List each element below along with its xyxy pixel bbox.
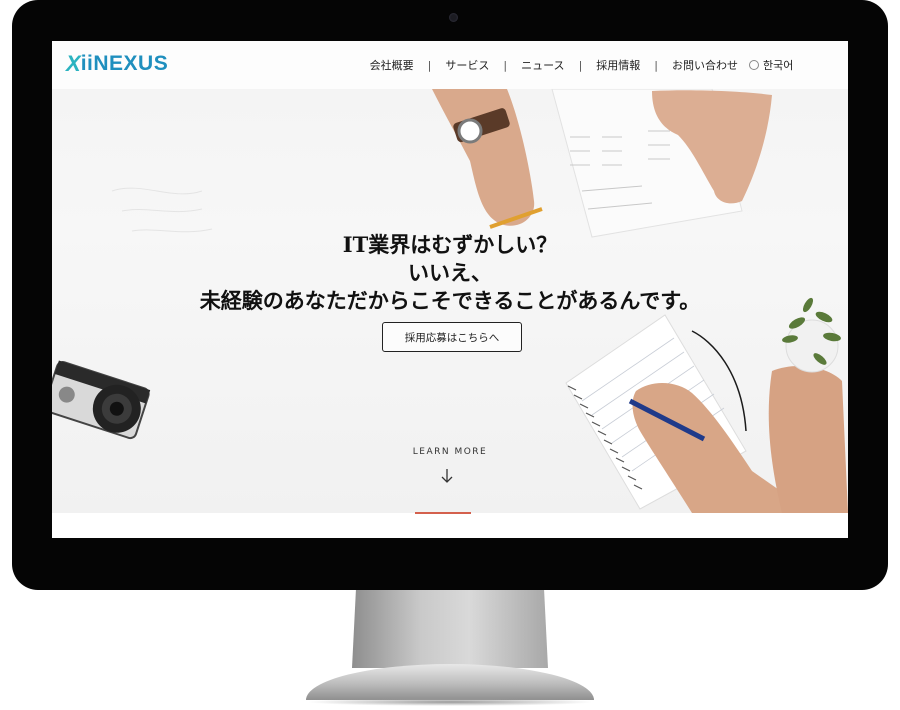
- nav-item-news[interactable]: ニュース: [507, 57, 578, 73]
- webcam-icon: [449, 13, 458, 22]
- logo-wordmark: iiNEXUS: [80, 52, 169, 75]
- monitor-stand-base: [306, 664, 594, 700]
- nav-item-services[interactable]: サービス: [431, 57, 503, 73]
- monitor-frame: X iiNEXUS 会社概要 | サービス | ニュース | 採用情報 | お問…: [12, 0, 888, 590]
- site-logo[interactable]: X iiNEXUS: [66, 51, 168, 77]
- stand-shadow: [306, 698, 594, 706]
- apply-button[interactable]: 採用応募はこちらへ: [382, 322, 522, 352]
- hero-headline-2: いいえ、: [408, 260, 492, 285]
- nav-item-contact[interactable]: お問い合わせ: [658, 57, 752, 73]
- hero-headline-1: IT業界はむずかしい？: [342, 232, 558, 257]
- monitor-stand-neck: [352, 590, 548, 668]
- hero-headline-3: 未経験のあなただからこそできることがあるんです。: [199, 288, 701, 313]
- arrow-down-icon[interactable]: [440, 468, 454, 484]
- language-switch[interactable]: 한국어: [749, 41, 793, 89]
- learn-more-label[interactable]: LEARN MORE: [52, 447, 848, 457]
- site-header: X iiNEXUS 会社概要 | サービス | ニュース | 採用情報 | お問…: [52, 41, 848, 89]
- logo-mark: X: [66, 51, 81, 76]
- globe-icon: [749, 60, 759, 70]
- nav-item-company[interactable]: 会社概要: [356, 57, 428, 73]
- page-bottom-strip: [52, 513, 848, 538]
- nav-item-recruit[interactable]: 採用情報: [582, 57, 654, 73]
- section-indicator: [415, 512, 471, 514]
- main-nav: 会社概要 | サービス | ニュース | 採用情報 | お問い合わせ: [356, 41, 752, 89]
- website-screen: X iiNEXUS 会社概要 | サービス | ニュース | 採用情報 | お問…: [52, 41, 848, 538]
- language-label: 한국어: [763, 59, 794, 72]
